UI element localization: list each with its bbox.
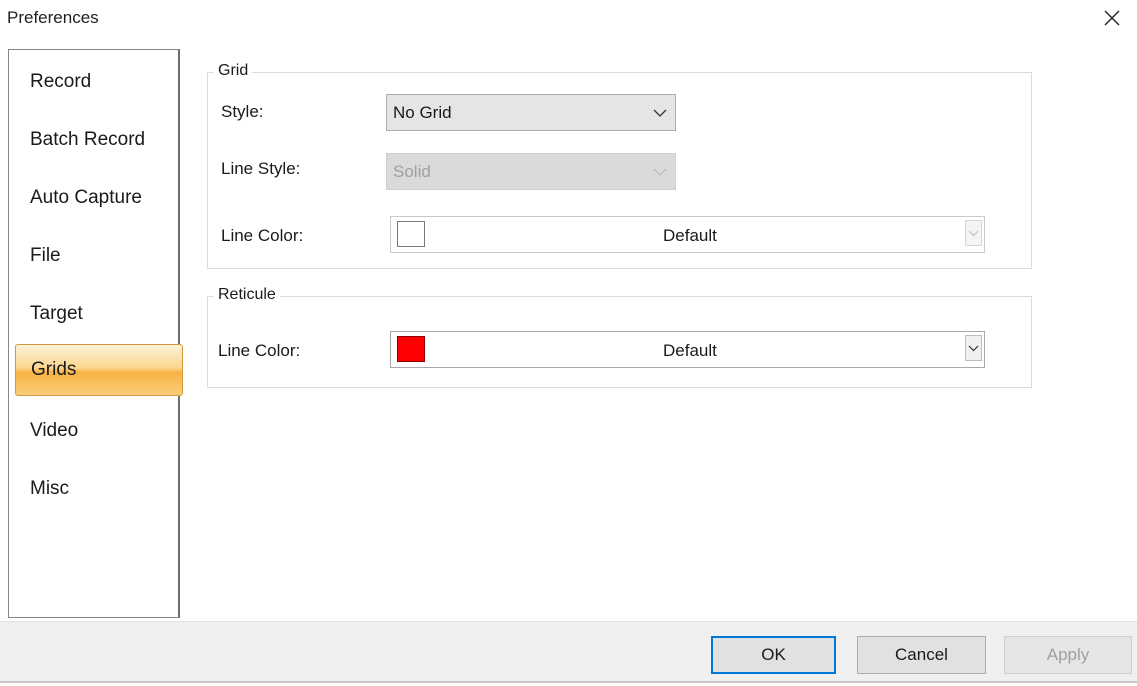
cancel-button[interactable]: Cancel bbox=[857, 636, 986, 674]
sidebar-item-batch-record[interactable]: Batch Record bbox=[15, 115, 177, 165]
sidebar-item-grids[interactable]: Grids bbox=[15, 344, 183, 396]
reticule-line-color-dropdown-button[interactable] bbox=[965, 335, 982, 361]
style-label: Style: bbox=[221, 102, 264, 121]
reticule-line-color-label: Line Color: bbox=[218, 341, 301, 360]
dialog-footer: OK Cancel Apply bbox=[0, 621, 1137, 683]
reticule-line-color-picker[interactable]: Default bbox=[390, 331, 985, 368]
grid-line-color-picker[interactable]: Default bbox=[390, 216, 985, 253]
window-title: Preferences bbox=[7, 8, 99, 27]
line-style-label: Line Style: bbox=[221, 159, 301, 178]
ok-button-label: OK bbox=[761, 645, 786, 664]
sidebar-item-label: Video bbox=[30, 420, 79, 441]
line-style-value: Solid bbox=[393, 161, 431, 181]
sidebar-item-label: Misc bbox=[30, 478, 70, 499]
apply-button-label: Apply bbox=[1046, 645, 1090, 664]
sidebar-item-label: Grids bbox=[31, 359, 77, 380]
grid-group-title: Grid bbox=[214, 62, 253, 80]
cancel-button-label: Cancel bbox=[895, 645, 948, 664]
grid-line-color-dropdown-button[interactable] bbox=[965, 220, 982, 246]
sidebar-item-label: File bbox=[30, 245, 61, 266]
sidebar-item-auto-capture[interactable]: Auto Capture bbox=[15, 173, 177, 223]
chevron-down-icon bbox=[968, 230, 979, 237]
sidebar-item-label: Batch Record bbox=[30, 129, 146, 150]
grid-line-color-swatch bbox=[397, 221, 425, 247]
reticule-group-title: Reticule bbox=[214, 286, 280, 304]
sidebar-item-label: Target bbox=[30, 303, 83, 324]
close-icon bbox=[1104, 10, 1120, 26]
close-button[interactable] bbox=[1096, 4, 1128, 32]
grid-line-color-value: Default bbox=[663, 226, 717, 245]
sidebar-item-record[interactable]: Record bbox=[15, 57, 177, 107]
grid-style-value: No Grid bbox=[393, 102, 452, 122]
category-list[interactable]: Record Batch Record Auto Capture File Ta… bbox=[8, 49, 183, 618]
sidebar-item-target[interactable]: Target bbox=[15, 289, 177, 339]
reticule-line-color-value: Default bbox=[663, 341, 717, 360]
chevron-down-icon bbox=[653, 168, 667, 176]
sidebar-item-file[interactable]: File bbox=[15, 231, 177, 281]
grid-style-dropdown[interactable]: No Grid bbox=[386, 94, 676, 131]
chevron-down-icon bbox=[653, 109, 667, 117]
sidebar-item-video[interactable]: Video bbox=[15, 406, 177, 456]
chevron-down-icon bbox=[968, 345, 979, 352]
sidebar-item-label: Record bbox=[30, 71, 92, 92]
sidebar-item-misc[interactable]: Misc bbox=[15, 464, 177, 514]
ok-button[interactable]: OK bbox=[711, 636, 836, 674]
grid-line-color-label: Line Color: bbox=[221, 226, 304, 245]
reticule-line-color-swatch bbox=[397, 336, 425, 362]
sidebar-item-label: Auto Capture bbox=[30, 187, 142, 208]
apply-button[interactable]: Apply bbox=[1004, 636, 1132, 674]
line-style-dropdown[interactable]: Solid bbox=[386, 153, 676, 190]
